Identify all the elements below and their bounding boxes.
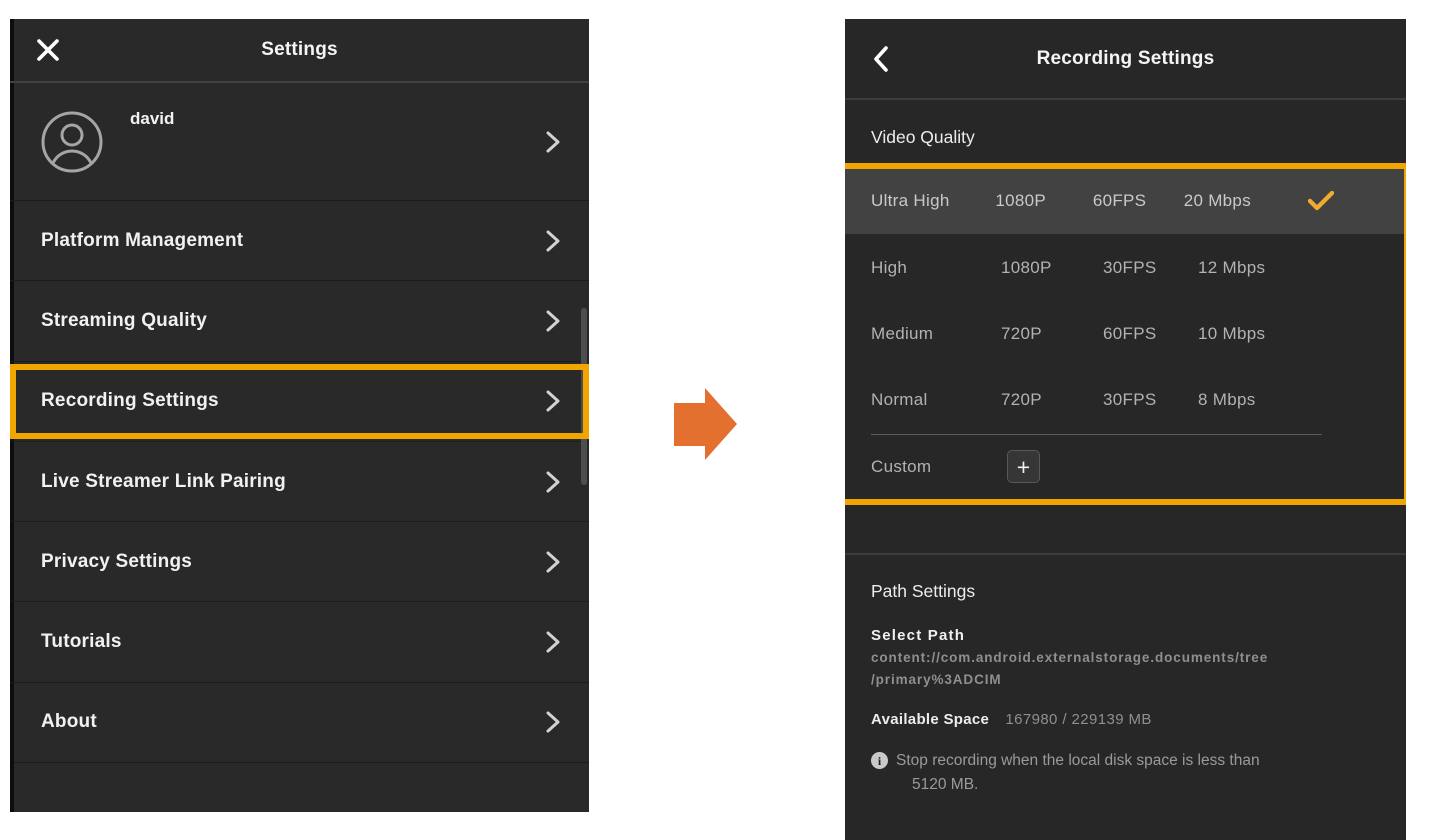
menu-item-label: Tutorials: [41, 631, 122, 653]
menu-item-label: Live Streamer Link Pairing: [41, 471, 286, 493]
sidebar-item-streaming-quality[interactable]: Streaming Quality: [10, 280, 589, 360]
quality-row-medium[interactable]: Medium 720P 60FPS 10 Mbps: [845, 301, 1406, 367]
chevron-right-icon: [546, 630, 560, 654]
quality-fps: 60FPS: [1093, 191, 1184, 211]
quality-name: Normal: [871, 390, 1001, 410]
quality-fps: 60FPS: [1103, 324, 1198, 344]
quality-row-normal[interactable]: Normal 720P 30FPS 8 Mbps: [845, 367, 1406, 433]
sidebar-item-privacy-settings[interactable]: Privacy Settings: [10, 521, 589, 601]
sidebar-item-live-streamer-link-pairing[interactable]: Live Streamer Link Pairing: [10, 441, 589, 521]
note-text: Stop recording when the local disk space…: [896, 749, 1260, 797]
chevron-right-icon: [546, 130, 560, 154]
available-space-value: 167980 / 229139 MB: [1005, 711, 1151, 728]
screenshot-canvas: Settings david Platform Mana: [0, 0, 1443, 840]
path-settings-section-label: Path Settings: [871, 581, 1372, 602]
sidebar-item-recording-settings[interactable]: Recording Settings: [10, 361, 589, 441]
sidebar-item-about[interactable]: About: [10, 682, 589, 762]
back-button[interactable]: [859, 37, 903, 81]
flow-arrow-icon: [674, 388, 736, 460]
close-icon: [35, 37, 61, 63]
note-line-1: Stop recording when the local disk space…: [896, 752, 1260, 769]
sidebar-item-tutorials[interactable]: Tutorials: [10, 601, 589, 681]
chevron-right-icon: [546, 309, 560, 333]
chevron-right-icon: [546, 550, 560, 574]
disk-space-note: i Stop recording when the local disk spa…: [871, 749, 1372, 797]
chevron-right-icon: [546, 229, 560, 253]
quality-bitrate: 12 Mbps: [1198, 258, 1328, 278]
quality-resolution: 720P: [1001, 390, 1103, 410]
menu-item-label: Platform Management: [41, 230, 243, 252]
sidebar-item-platform-management[interactable]: Platform Management: [10, 200, 589, 280]
quality-name: Custom: [871, 457, 1001, 477]
recording-settings-header: Recording Settings: [845, 19, 1406, 100]
chevron-right-icon: [546, 710, 560, 734]
recording-settings-screen: Recording Settings Video Quality Ultra H…: [845, 19, 1406, 840]
menu-item-label: About: [41, 711, 97, 733]
custom-row-divider: [871, 434, 1322, 435]
available-space-label: Available Space: [871, 711, 989, 728]
menu-item-label: Recording Settings: [41, 390, 219, 412]
available-space-row: Available Space 167980 / 229139 MB: [871, 711, 1372, 728]
profile-row[interactable]: david: [10, 83, 589, 200]
page-title: Settings: [10, 39, 589, 61]
quality-fps: 30FPS: [1103, 258, 1198, 278]
quality-resolution: 720P: [1001, 324, 1103, 344]
video-quality-table: Ultra High 1080P 60FPS 20 Mbps High 1080…: [845, 168, 1406, 500]
menu-item-label: Streaming Quality: [41, 310, 207, 332]
settings-screen: Settings david Platform Mana: [10, 19, 589, 812]
quality-row-custom[interactable]: Custom +: [845, 434, 1406, 500]
quality-fps: 30FPS: [1103, 390, 1198, 410]
quality-resolution: 1080P: [1001, 258, 1103, 278]
note-line-2: 5120 MB.: [896, 776, 978, 793]
quality-bitrate: 8 Mbps: [1198, 390, 1328, 410]
add-custom-quality-button[interactable]: +: [1007, 450, 1040, 483]
quality-row-high[interactable]: High 1080P 30FPS 12 Mbps: [845, 234, 1406, 300]
quality-row-ultra-high[interactable]: Ultra High 1080P 60FPS 20 Mbps: [845, 168, 1406, 234]
avatar-icon: [40, 110, 104, 174]
path-line-2: /primary%3ADCIM: [871, 672, 1002, 687]
quality-name: Medium: [871, 324, 1001, 344]
close-button[interactable]: [26, 28, 70, 72]
quality-bitrate: 10 Mbps: [1198, 324, 1328, 344]
chevron-right-icon: [546, 389, 560, 413]
check-icon: [1308, 191, 1334, 211]
quality-name: High: [871, 258, 1001, 278]
quality-resolution: 1080P: [995, 191, 1093, 211]
selected-path-value[interactable]: content://com.android.externalstorage.do…: [871, 647, 1372, 691]
page-title: Recording Settings: [845, 48, 1406, 70]
menu-item-label: Privacy Settings: [41, 551, 192, 573]
back-chevron-icon: [873, 45, 889, 73]
scrollbar[interactable]: [581, 308, 587, 485]
settings-header: Settings: [10, 19, 589, 83]
path-settings-section: Path Settings Select Path content://com.…: [845, 555, 1406, 797]
chevron-right-icon: [546, 470, 560, 494]
info-icon: i: [871, 752, 888, 769]
quality-name: Ultra High: [871, 191, 995, 211]
quality-bitrate: 20 Mbps: [1184, 191, 1308, 211]
path-line-1: content://com.android.externalstorage.do…: [871, 650, 1268, 665]
profile-username: david: [130, 109, 174, 129]
video-quality-section-label: Video Quality: [871, 127, 975, 148]
select-path-label[interactable]: Select Path: [871, 627, 1372, 644]
list-end-divider: [10, 762, 589, 763]
